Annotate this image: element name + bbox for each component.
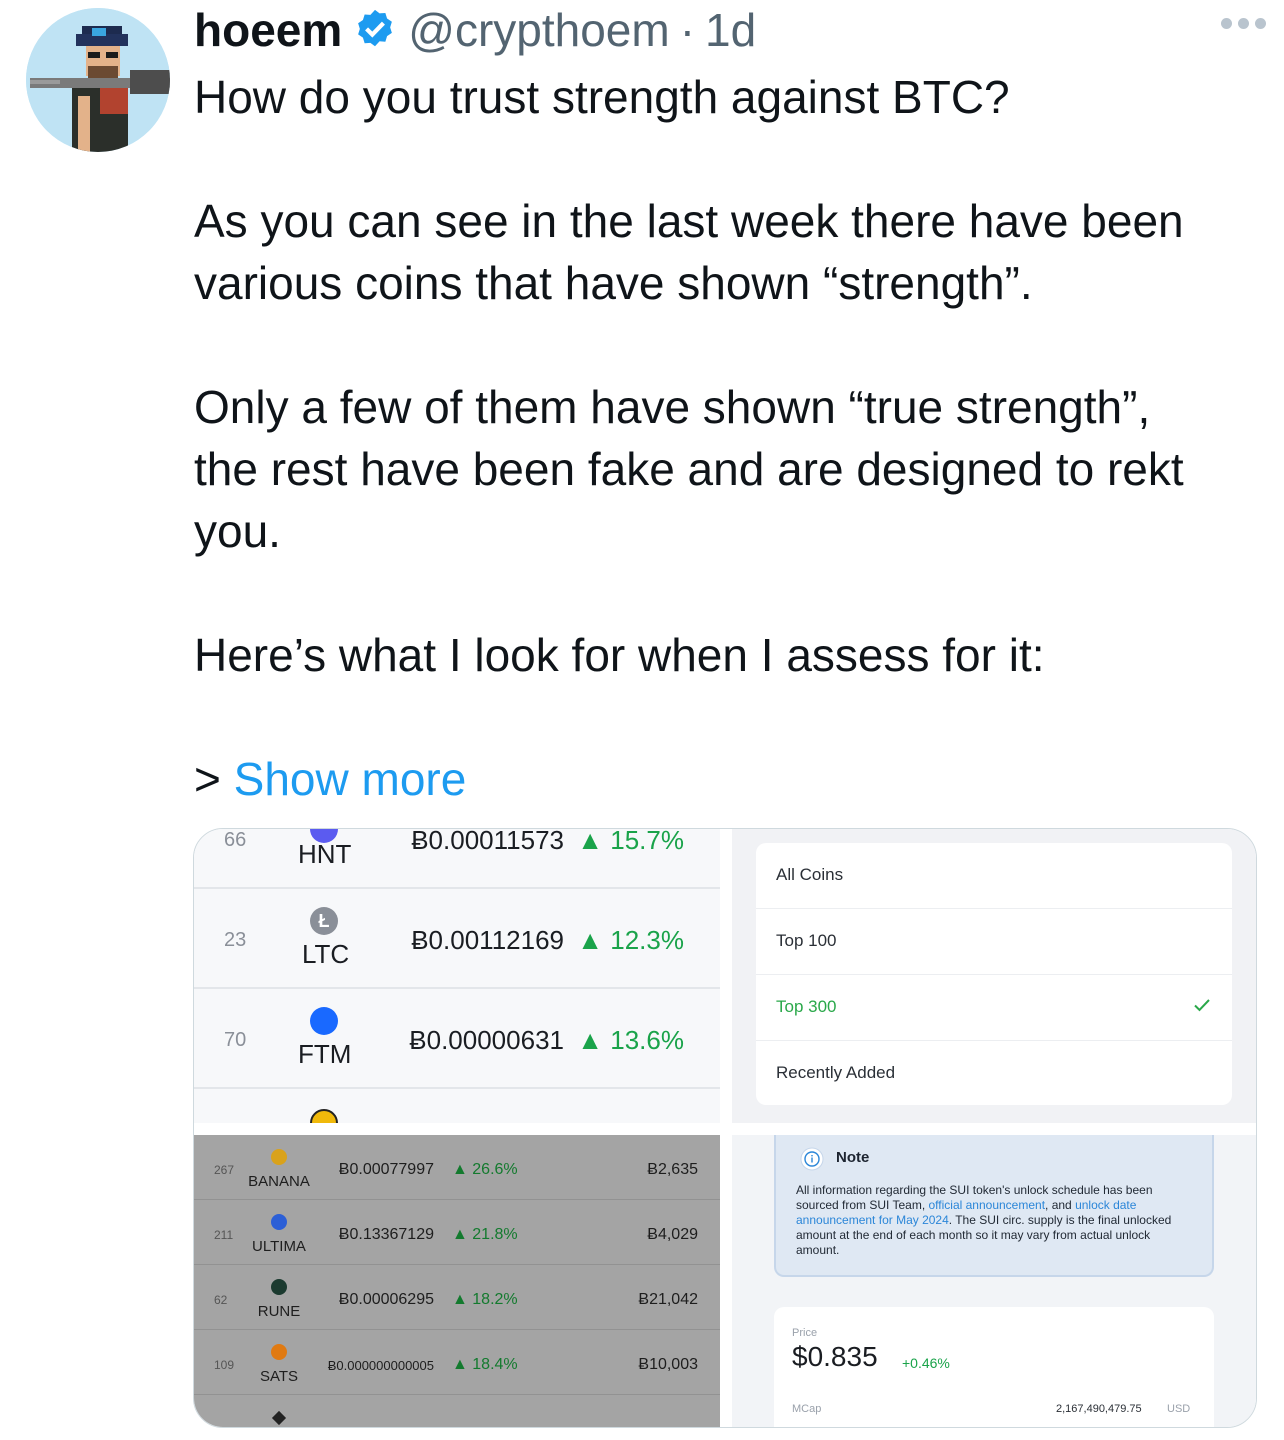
note-text: All information regarding the SUI token'… xyxy=(796,1183,1172,1257)
tweet-line: Only a few of them have shown “true stre… xyxy=(194,381,1151,433)
coin-symbol: HNT xyxy=(298,839,352,869)
coin-rank: 109 xyxy=(214,1358,235,1372)
coin-change: ▲ 12.3% xyxy=(577,925,684,955)
coin-filter-menu: All Coins Top 100 Top 300 Recently Added xyxy=(756,843,1232,1105)
media-image-2[interactable]: All Coins Top 100 Top 300 Recently Added xyxy=(732,829,1256,1123)
show-more-prefix: > xyxy=(194,753,221,805)
coin-symbol: FTM xyxy=(298,1039,352,1069)
coin-price: Ƀ0.00006295 xyxy=(338,1291,434,1308)
coin-rank: 66 xyxy=(224,829,247,851)
coin-price: Ƀ0.00077997 xyxy=(338,1161,434,1178)
note-title: Note xyxy=(836,1149,870,1166)
coin-symbol: SATS xyxy=(259,1368,299,1385)
coin-price: Ƀ0.000000000005 xyxy=(327,1358,434,1373)
table-row: 211 ULTIMA Ƀ0.13367129 ▲ 21.8% Ƀ4,029 xyxy=(194,1200,720,1265)
coin-icon-partial xyxy=(310,1109,338,1123)
coin-symbol: RUNE xyxy=(257,1303,301,1320)
media-image-4[interactable]: Note All information regarding the SUI t… xyxy=(732,1135,1256,1427)
coin-rank: 267 xyxy=(214,1163,235,1177)
table-row: 62 RUNE Ƀ0.00006295 ▲ 18.2% Ƀ21,042 xyxy=(194,1265,720,1330)
separator-dot: · xyxy=(679,4,696,56)
coin-symbol: ULTIMA xyxy=(252,1238,306,1255)
price-card: Price $0.835 +0.46% MCap 2,167,490,479.7… xyxy=(774,1307,1214,1427)
official-announcement-link[interactable]: official announcement xyxy=(929,1198,1046,1212)
coin-rank: 70 xyxy=(224,1029,247,1051)
coin-price: Ƀ0.00000631 xyxy=(409,1025,564,1055)
ltc-icon: Ł xyxy=(310,907,338,935)
ftm-icon xyxy=(310,1007,338,1035)
tweet-line: various coins that have shown “strength”… xyxy=(194,257,1033,309)
coin-change: ▲ 18.4% xyxy=(452,1356,518,1373)
coin-volume: Ƀ2,635 xyxy=(647,1161,698,1178)
tweet-header: hoeem @crypthoem · 1d xyxy=(194,2,756,58)
coin-price: Ƀ0.00011573 xyxy=(411,829,564,855)
coin-change: ▲ 15.7% xyxy=(577,829,684,855)
tweet-text: How do you trust strength against BTC? A… xyxy=(194,66,1264,810)
table-row: 109 SATS Ƀ0.000000000005 ▲ 18.4% Ƀ10,003 xyxy=(194,1330,720,1395)
tweet-line: As you can see in the last week there ha… xyxy=(194,195,1184,247)
author-avatar[interactable] xyxy=(26,8,170,152)
coin-change: ▲ 21.8% xyxy=(452,1226,518,1243)
mcap-value: 2,167,490,479.75 xyxy=(1056,1403,1142,1415)
sats-icon xyxy=(271,1344,287,1360)
table-row: 23 Ł LTC Ƀ0.00112169 ▲ 12.3% xyxy=(194,889,720,989)
coin-change: ▲ 13.6% xyxy=(577,1025,684,1055)
tweet-media-grid[interactable]: 66 HNT Ƀ0.00011573 ▲ 15.7% 23 Ł LTC Ƀ0.0… xyxy=(193,828,1257,1428)
menu-item-top-300[interactable]: Top 300 xyxy=(756,975,1232,1041)
media-image-3[interactable]: 267 BANANA Ƀ0.00077997 ▲ 26.6% Ƀ2,635 21… xyxy=(194,1135,720,1427)
coin-change: ▲ 26.6% xyxy=(452,1161,518,1178)
coin-rank: 62 xyxy=(214,1293,228,1307)
verified-badge-icon xyxy=(358,9,393,47)
more-options-icon[interactable] xyxy=(1221,18,1266,29)
coin-icon-partial xyxy=(271,1410,287,1426)
price-value: $0.835 xyxy=(792,1341,878,1372)
checkmark-icon xyxy=(1194,999,1210,1012)
tweet-line: How do you trust strength against BTC? xyxy=(194,71,1010,123)
menu-item-top-100[interactable]: Top 100 xyxy=(756,909,1232,975)
menu-item-recently-added[interactable]: Recently Added xyxy=(756,1041,1232,1107)
price-change: +0.46% xyxy=(902,1355,950,1371)
price-label: Price xyxy=(792,1327,818,1339)
banana-icon xyxy=(271,1149,287,1165)
coin-volume: Ƀ10,003 xyxy=(638,1356,698,1373)
pixel-art-character-avatar xyxy=(26,8,170,152)
author-name[interactable]: hoeem xyxy=(194,3,342,57)
table-row: 66 HNT Ƀ0.00011573 ▲ 15.7% xyxy=(194,829,720,889)
coin-price: Ƀ0.13367129 xyxy=(338,1226,434,1243)
menu-item-all-coins[interactable]: All Coins xyxy=(756,843,1232,909)
tweet-timestamp[interactable]: 1d xyxy=(705,3,756,57)
table-row: 70 FTM Ƀ0.00000631 ▲ 13.6% xyxy=(194,989,720,1089)
coin-price: Ƀ0.00112169 xyxy=(411,925,564,955)
coin-change: ▲ 18.2% xyxy=(452,1291,518,1308)
tweet-line: Here’s what I look for when I assess for… xyxy=(194,629,1045,681)
tweet-line: the rest have been fake and are designed… xyxy=(194,443,1184,495)
show-more-link[interactable]: Show more xyxy=(234,753,467,805)
mcap-unit: USD xyxy=(1167,1403,1191,1415)
coin-symbol: LTC xyxy=(302,939,350,969)
info-icon xyxy=(800,1147,824,1171)
author-handle[interactable]: @crypthoem xyxy=(408,3,669,57)
media-image-1[interactable]: 66 HNT Ƀ0.00011573 ▲ 15.7% 23 Ł LTC Ƀ0.0… xyxy=(194,829,720,1123)
rune-icon xyxy=(271,1279,287,1295)
tweet-line: you. xyxy=(194,505,281,557)
show-more-line: > Show more xyxy=(194,748,1264,810)
coin-symbol: BANANA xyxy=(248,1173,310,1190)
coin-volume: Ƀ4,029 xyxy=(647,1226,698,1243)
coin-rank: 23 xyxy=(224,929,247,951)
table-row: 267 BANANA Ƀ0.00077997 ▲ 26.6% Ƀ2,635 xyxy=(194,1135,720,1200)
note-box: Note All information regarding the SUI t… xyxy=(774,1135,1214,1277)
coin-volume: Ƀ21,042 xyxy=(638,1291,698,1308)
coin-rank: 211 xyxy=(214,1228,234,1242)
mcap-label: MCap xyxy=(792,1403,822,1415)
ultima-icon xyxy=(271,1214,287,1230)
